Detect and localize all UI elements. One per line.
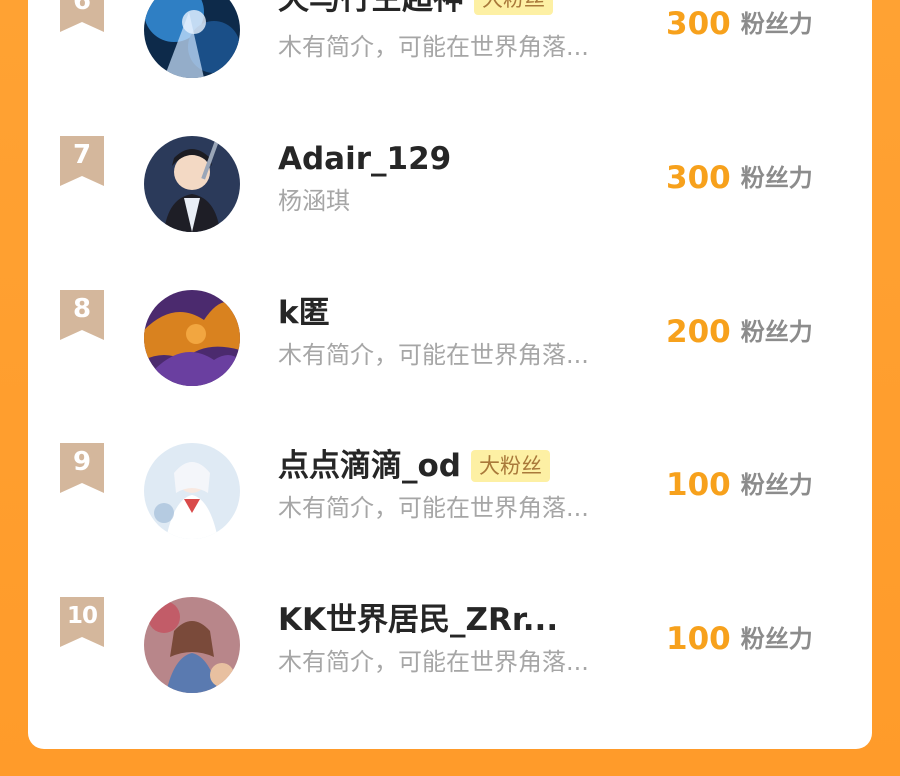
rank-number: 10 xyxy=(66,603,98,629)
score-value: 300 xyxy=(666,160,731,196)
score-unit: 粉丝力 xyxy=(740,10,813,38)
fan-row[interactable]: 9 点点滴滴_od 大粉丝 木有简介，可能在世界角落... 100 粉丝力 xyxy=(28,443,872,553)
fan-score: 300 粉丝力 xyxy=(666,158,813,198)
fan-name[interactable]: 点点滴滴_od xyxy=(278,443,461,489)
score-value: 200 xyxy=(666,314,731,350)
rank-ribbon: 8 xyxy=(60,290,104,340)
fan-name[interactable]: 天马行空超神 xyxy=(278,0,464,22)
fan-score: 100 粉丝力 xyxy=(666,465,813,505)
rank-number: 7 xyxy=(72,140,92,170)
avatar[interactable] xyxy=(144,290,240,386)
fan-score: 200 粉丝力 xyxy=(666,312,813,352)
rank-ribbon: 6 xyxy=(60,0,104,32)
fan-ranking-card: 6 天马行空超神大粉丝 木有简介，可能在世界角落... 300粉丝力 7 xyxy=(28,0,872,749)
rank-number: 9 xyxy=(72,447,92,477)
fan-description: 木有简介，可能在世界角落... xyxy=(278,33,589,61)
rank-number: 6 xyxy=(72,0,92,16)
rank-ribbon: 9 xyxy=(60,443,104,493)
score-unit: 粉丝力 xyxy=(740,625,813,653)
avatar[interactable] xyxy=(144,443,240,539)
avatar[interactable] xyxy=(144,0,240,78)
super-fan-badge: 大粉丝 xyxy=(471,450,550,482)
avatar[interactable] xyxy=(144,597,240,693)
rank-ribbon: 7 xyxy=(60,136,104,186)
fan-row[interactable]: 7 Adair_129 杨涵琪 300 粉丝力 xyxy=(28,136,872,246)
score-unit: 粉丝力 xyxy=(740,164,813,192)
fan-row[interactable]: 10 KK世界居民_ZRr... 木有简介，可能在世界角落... 100 粉丝力 xyxy=(28,597,872,707)
score-unit: 粉丝力 xyxy=(740,471,813,499)
rank-number: 8 xyxy=(72,294,92,324)
score-unit: 粉丝力 xyxy=(740,318,813,346)
fan-description: 木有简介，可能在世界角落... xyxy=(278,648,589,676)
score-value: 300 xyxy=(666,6,731,42)
fan-description: 木有简介，可能在世界角落... xyxy=(278,494,589,522)
avatar[interactable] xyxy=(144,136,240,232)
super-fan-badge: 大粉丝 xyxy=(474,0,553,15)
fan-name[interactable]: k匿 xyxy=(278,290,330,336)
fan-name[interactable]: Adair_129 xyxy=(278,136,451,182)
fan-row[interactable]: 8 k匿 木有简介，可能在世界角落... 200 粉丝力 xyxy=(28,290,872,400)
fan-name[interactable]: KK世界居民_ZRr... xyxy=(278,597,558,643)
score-value: 100 xyxy=(666,467,731,503)
fan-score: 100 粉丝力 xyxy=(666,619,813,659)
fan-score: 300 粉丝力 xyxy=(666,4,813,44)
fan-row[interactable]: 6 天马行空超神大粉丝 木有简介，可能在世界角落... 300 粉丝力 xyxy=(28,0,872,92)
score-value: 100 xyxy=(666,621,731,657)
fan-description: 杨涵琪 xyxy=(278,187,350,215)
rank-ribbon: 10 xyxy=(60,597,104,647)
fan-description: 木有简介，可能在世界角落... xyxy=(278,341,589,369)
